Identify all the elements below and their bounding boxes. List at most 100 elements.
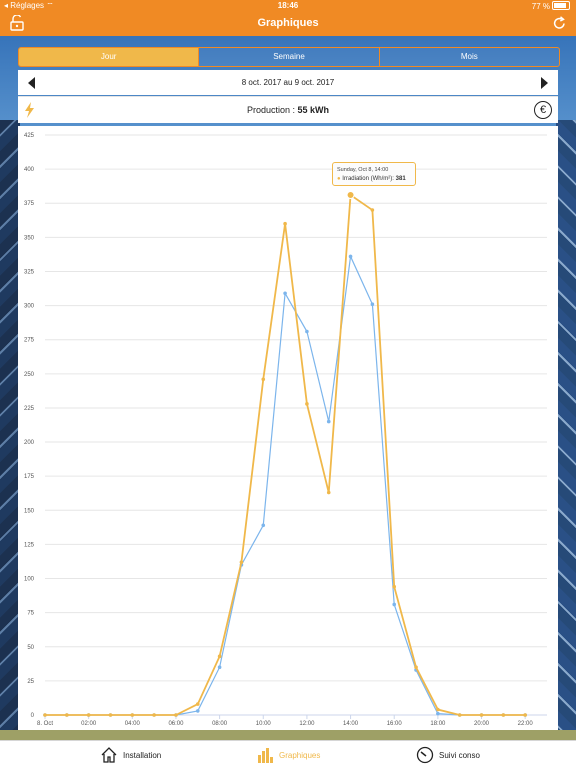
tab-installation-label: Installation [123, 750, 162, 760]
euro-icon[interactable]: € [534, 101, 552, 119]
x-tick-label: 14:00 [343, 721, 359, 727]
x-tick-label: 16:00 [387, 721, 403, 727]
y-tick-label: 200 [24, 440, 35, 446]
data-point-orange [195, 702, 200, 706]
y-tick-label: 0 [31, 713, 35, 719]
refresh-icon[interactable] [553, 16, 566, 35]
data-point-orange [261, 377, 266, 382]
background-solar-panel-right [556, 120, 576, 740]
battery-icon [552, 1, 570, 10]
data-point-blue [370, 302, 375, 307]
segment-semaine[interactable]: Semaine [198, 48, 378, 66]
navigation-bar: Graphiques [0, 12, 576, 36]
date-navigator: 8 oct. 2017 au 9 oct. 2017 [18, 70, 558, 95]
data-point-orange [86, 713, 91, 717]
series-line-blue [45, 254, 526, 716]
page-title: Graphiques [257, 17, 319, 29]
data-point-orange [523, 713, 527, 717]
data-point-blue [283, 291, 287, 296]
data-point-blue [261, 523, 266, 528]
chart-svg: 0 25 50 75 100 125 150 175 200 225 250 275 300 325 350… [24, 133, 547, 727]
data-point-blue [436, 711, 440, 716]
y-tick-label: 100 [24, 577, 35, 583]
y-tick-label: 300 [24, 304, 35, 310]
production-caption: Production : [246, 105, 298, 115]
x-tick-label: 04:00 [125, 721, 141, 727]
data-point-blue [305, 329, 309, 334]
y-tick-label: 225 [24, 406, 35, 412]
y-tick-label: 150 [24, 508, 35, 514]
tooltip-dot-icon: ● [337, 176, 341, 182]
tooltip-title: Sunday, Oct 8, 14:00 [337, 167, 389, 173]
data-point-orange [43, 713, 47, 717]
segment-jour[interactable]: Jour [19, 48, 199, 66]
highlighted-point [346, 191, 355, 200]
x-tick-label: 08:00 [212, 721, 228, 727]
tooltip-series-name: Irradiation (Wh/m²): [342, 176, 396, 182]
data-point-blue [195, 709, 200, 713]
series-line-orange [45, 193, 526, 716]
background-grass [0, 730, 576, 740]
y-tick-label: 375 [24, 201, 35, 207]
y-tick-label: 425 [24, 133, 35, 139]
production-summary: Production : 55 kWh € [18, 96, 558, 123]
data-point-orange [501, 713, 506, 717]
x-tick-label: 06:00 [168, 721, 184, 727]
status-time: 18:46 [277, 1, 299, 10]
data-point-blue [392, 602, 397, 607]
status-battery: 77 % [532, 1, 570, 11]
data-point-orange [370, 208, 375, 212]
y-tick-label: 125 [24, 542, 35, 548]
data-point-orange [283, 221, 287, 226]
y-tick-label: 25 [27, 679, 34, 685]
tab-bar: Installation Graphiques Suivi conso [0, 740, 576, 769]
data-point-orange [305, 402, 309, 406]
data-point-blue [217, 665, 222, 670]
data-point-blue [326, 419, 331, 424]
bar-chart-icon [258, 748, 273, 763]
data-point-orange [436, 707, 440, 712]
data-point-blue [348, 254, 353, 259]
x-tick-label: 12:00 [299, 721, 315, 727]
y-tick-label: 75 [27, 611, 34, 617]
data-point-orange [326, 490, 331, 495]
x-tick-label: 8. Oct [37, 721, 53, 727]
data-point-orange [392, 584, 397, 589]
y-tick-label: 250 [24, 372, 35, 378]
data-point-orange [108, 713, 113, 717]
production-value: 55 kWh [297, 105, 330, 115]
data-point-orange [174, 713, 178, 717]
data-point-orange [457, 713, 462, 717]
irradiation-chart: 0 25 50 75 100 125 150 175 200 225 250 275 300 325 350… [18, 126, 558, 730]
y-tick-label: 325 [24, 269, 35, 275]
data-point-orange [65, 713, 69, 717]
tab-installation[interactable]: Installation [100, 744, 161, 766]
status-bar: ◂ Réglages ⌔ 18:46 77 % [0, 0, 576, 12]
data-point-orange [130, 713, 135, 717]
y-tick-label: 400 [24, 167, 35, 173]
tab-graphiques-label: Graphiques [279, 750, 321, 760]
x-tick-label: 18:00 [430, 721, 446, 727]
x-tick-label: 02:00 [81, 721, 97, 727]
period-segmented-control: Jour Semaine Mois [18, 47, 560, 67]
data-point-orange [217, 654, 222, 659]
chart-tooltip: Sunday, Oct 8, 14:00 ● Irradiation (Wh/m… [332, 162, 416, 186]
segment-mois[interactable]: Mois [378, 48, 559, 66]
x-tick-label: 20:00 [474, 721, 490, 727]
y-tick-label: 275 [24, 338, 35, 344]
tab-graphiques[interactable]: Graphiques [256, 744, 320, 766]
data-point-orange [239, 560, 244, 564]
data-point-orange [479, 713, 484, 717]
gauge-icon [416, 746, 434, 764]
tab-suivi-conso-label: Suivi conso [439, 750, 480, 760]
battery-label: 77 % [531, 2, 550, 11]
next-arrow-icon[interactable] [541, 77, 548, 89]
x-tick-label: 22:00 [518, 721, 534, 727]
production-label: Production : 55 kWh [18, 105, 558, 115]
background-solar-panel-left [0, 120, 20, 740]
tab-suivi-conso[interactable]: Suivi conso [416, 744, 480, 766]
y-tick-label: 50 [27, 645, 34, 651]
tooltip-series: ● Irradiation (Wh/m²): 381 [337, 176, 406, 182]
y-tick-label: 350 [24, 235, 35, 241]
tooltip-value: 381 [395, 176, 406, 182]
